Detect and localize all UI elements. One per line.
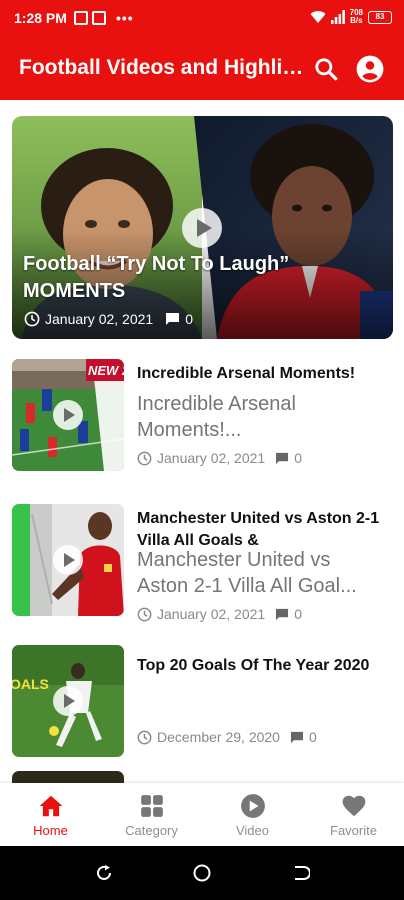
nav-favorite[interactable]: Favorite — [303, 783, 404, 846]
status-bar: 1:28 PM ••• 708 B/s 83 — [0, 0, 404, 38]
video-thumbnail-partial[interactable] — [12, 771, 124, 783]
category-icon — [141, 795, 163, 817]
video-comments: 0 — [308, 729, 317, 745]
search-icon[interactable] — [313, 56, 339, 82]
video-comments: 0 — [294, 606, 302, 622]
comment-icon — [276, 452, 289, 464]
nav-label: Category — [125, 823, 178, 838]
video-list-item[interactable]: OALS Top 20 Goals Of The Year 2020 Decem… — [0, 645, 404, 765]
recent-apps-icon[interactable] — [94, 863, 114, 883]
video-thumbnail[interactable] — [12, 504, 124, 616]
video-list-item[interactable]: NEW 2 Incredible Arsenal Moments! Incred… — [0, 359, 404, 479]
video-date: January 02, 2021 — [157, 606, 266, 622]
app-bar: Football Videos and Highlights — [0, 38, 404, 100]
video-excerpt: Incredible Arsenal Moments!... — [137, 393, 296, 441]
video-meta: January 02, 2021 0 — [137, 450, 302, 466]
comment-icon — [166, 313, 180, 325]
video-title[interactable]: Top 20 Goals Of The Year 2020 — [137, 655, 387, 677]
system-indicators: 708 B/s 83 — [310, 9, 392, 25]
back-icon[interactable] — [290, 863, 310, 883]
play-circle-icon — [241, 794, 265, 818]
bottom-navigation: Home Category Video Favorite — [0, 783, 404, 846]
featured-meta: January 02, 2021 0 — [24, 311, 193, 327]
comment-count: 0 — [275, 606, 302, 622]
status-time: 1:28 PM — [14, 10, 67, 26]
play-icon[interactable] — [182, 208, 222, 248]
video-title[interactable]: Manchester United vs Aston 2-1 Villa All… — [137, 508, 387, 552]
nav-label: Home — [33, 823, 68, 838]
featured-date: January 02, 2021 — [45, 311, 154, 327]
featured-title[interactable]: Football “Try Not To Laugh” MOMENTS — [23, 251, 323, 305]
comment-count: 0 — [275, 450, 302, 466]
video-excerpt: Manchester United vs Aston 2-1 Villa All… — [137, 547, 387, 599]
video-title[interactable]: Incredible Arsenal Moments! — [137, 363, 387, 385]
home-button-icon[interactable] — [192, 863, 212, 883]
network-speed: 708 B/s — [350, 9, 363, 25]
account-circle-icon[interactable] — [356, 55, 384, 83]
heart-icon — [342, 795, 366, 817]
video-comments: 0 — [294, 450, 302, 466]
home-icon — [39, 795, 63, 817]
clock-icon — [24, 311, 40, 327]
play-icon[interactable] — [53, 545, 83, 575]
signal-icon — [330, 10, 345, 24]
play-icon[interactable] — [53, 686, 83, 716]
comment-count: 0 — [290, 729, 317, 745]
clock-icon — [137, 451, 152, 465]
featured-video-card[interactable]: Football “Try Not To Laugh” MOMENTS Janu… — [12, 116, 393, 339]
video-date: December 29, 2020 — [157, 729, 280, 745]
nav-label: Favorite — [330, 823, 377, 838]
comment-count: 0 — [165, 311, 193, 327]
notification-icons: ••• — [74, 10, 134, 26]
comment-icon — [290, 731, 304, 743]
system-navigation-bar — [0, 846, 404, 900]
nav-video[interactable]: Video — [202, 783, 303, 846]
video-meta: January 02, 2021 0 — [137, 606, 302, 622]
video-meta: December 29, 2020 0 — [137, 729, 317, 745]
more-notifications-icon: ••• — [116, 10, 134, 26]
network-speed-unit: B/s — [350, 16, 363, 25]
video-thumbnail[interactable]: NEW 2 — [12, 359, 124, 471]
clock-icon — [137, 730, 152, 744]
video-excerpt-text: Manchester United vs Aston 2-1 Villa All… — [137, 549, 357, 597]
video-date: January 02, 2021 — [157, 450, 266, 466]
video-list-item[interactable]: Manchester United vs Aston 2-1 Villa All… — [0, 504, 404, 624]
battery-icon: 83 — [368, 10, 392, 24]
wifi-icon — [310, 11, 326, 23]
notification-icon — [74, 11, 88, 25]
video-thumbnail[interactable]: OALS — [12, 645, 124, 757]
featured-comments: 0 — [185, 311, 193, 327]
play-icon[interactable] — [53, 400, 83, 430]
nav-label: Video — [235, 823, 269, 838]
thumbnail-text: OALS — [12, 676, 49, 692]
comment-icon — [276, 608, 289, 620]
nav-home[interactable]: Home — [0, 783, 101, 846]
nav-category[interactable]: Category — [101, 783, 202, 846]
notification-icon — [92, 11, 106, 25]
app-title: Football Videos and Highlights — [19, 56, 304, 79]
clock-icon — [137, 607, 152, 621]
thumbnail-text: NEW 2 — [88, 363, 124, 378]
